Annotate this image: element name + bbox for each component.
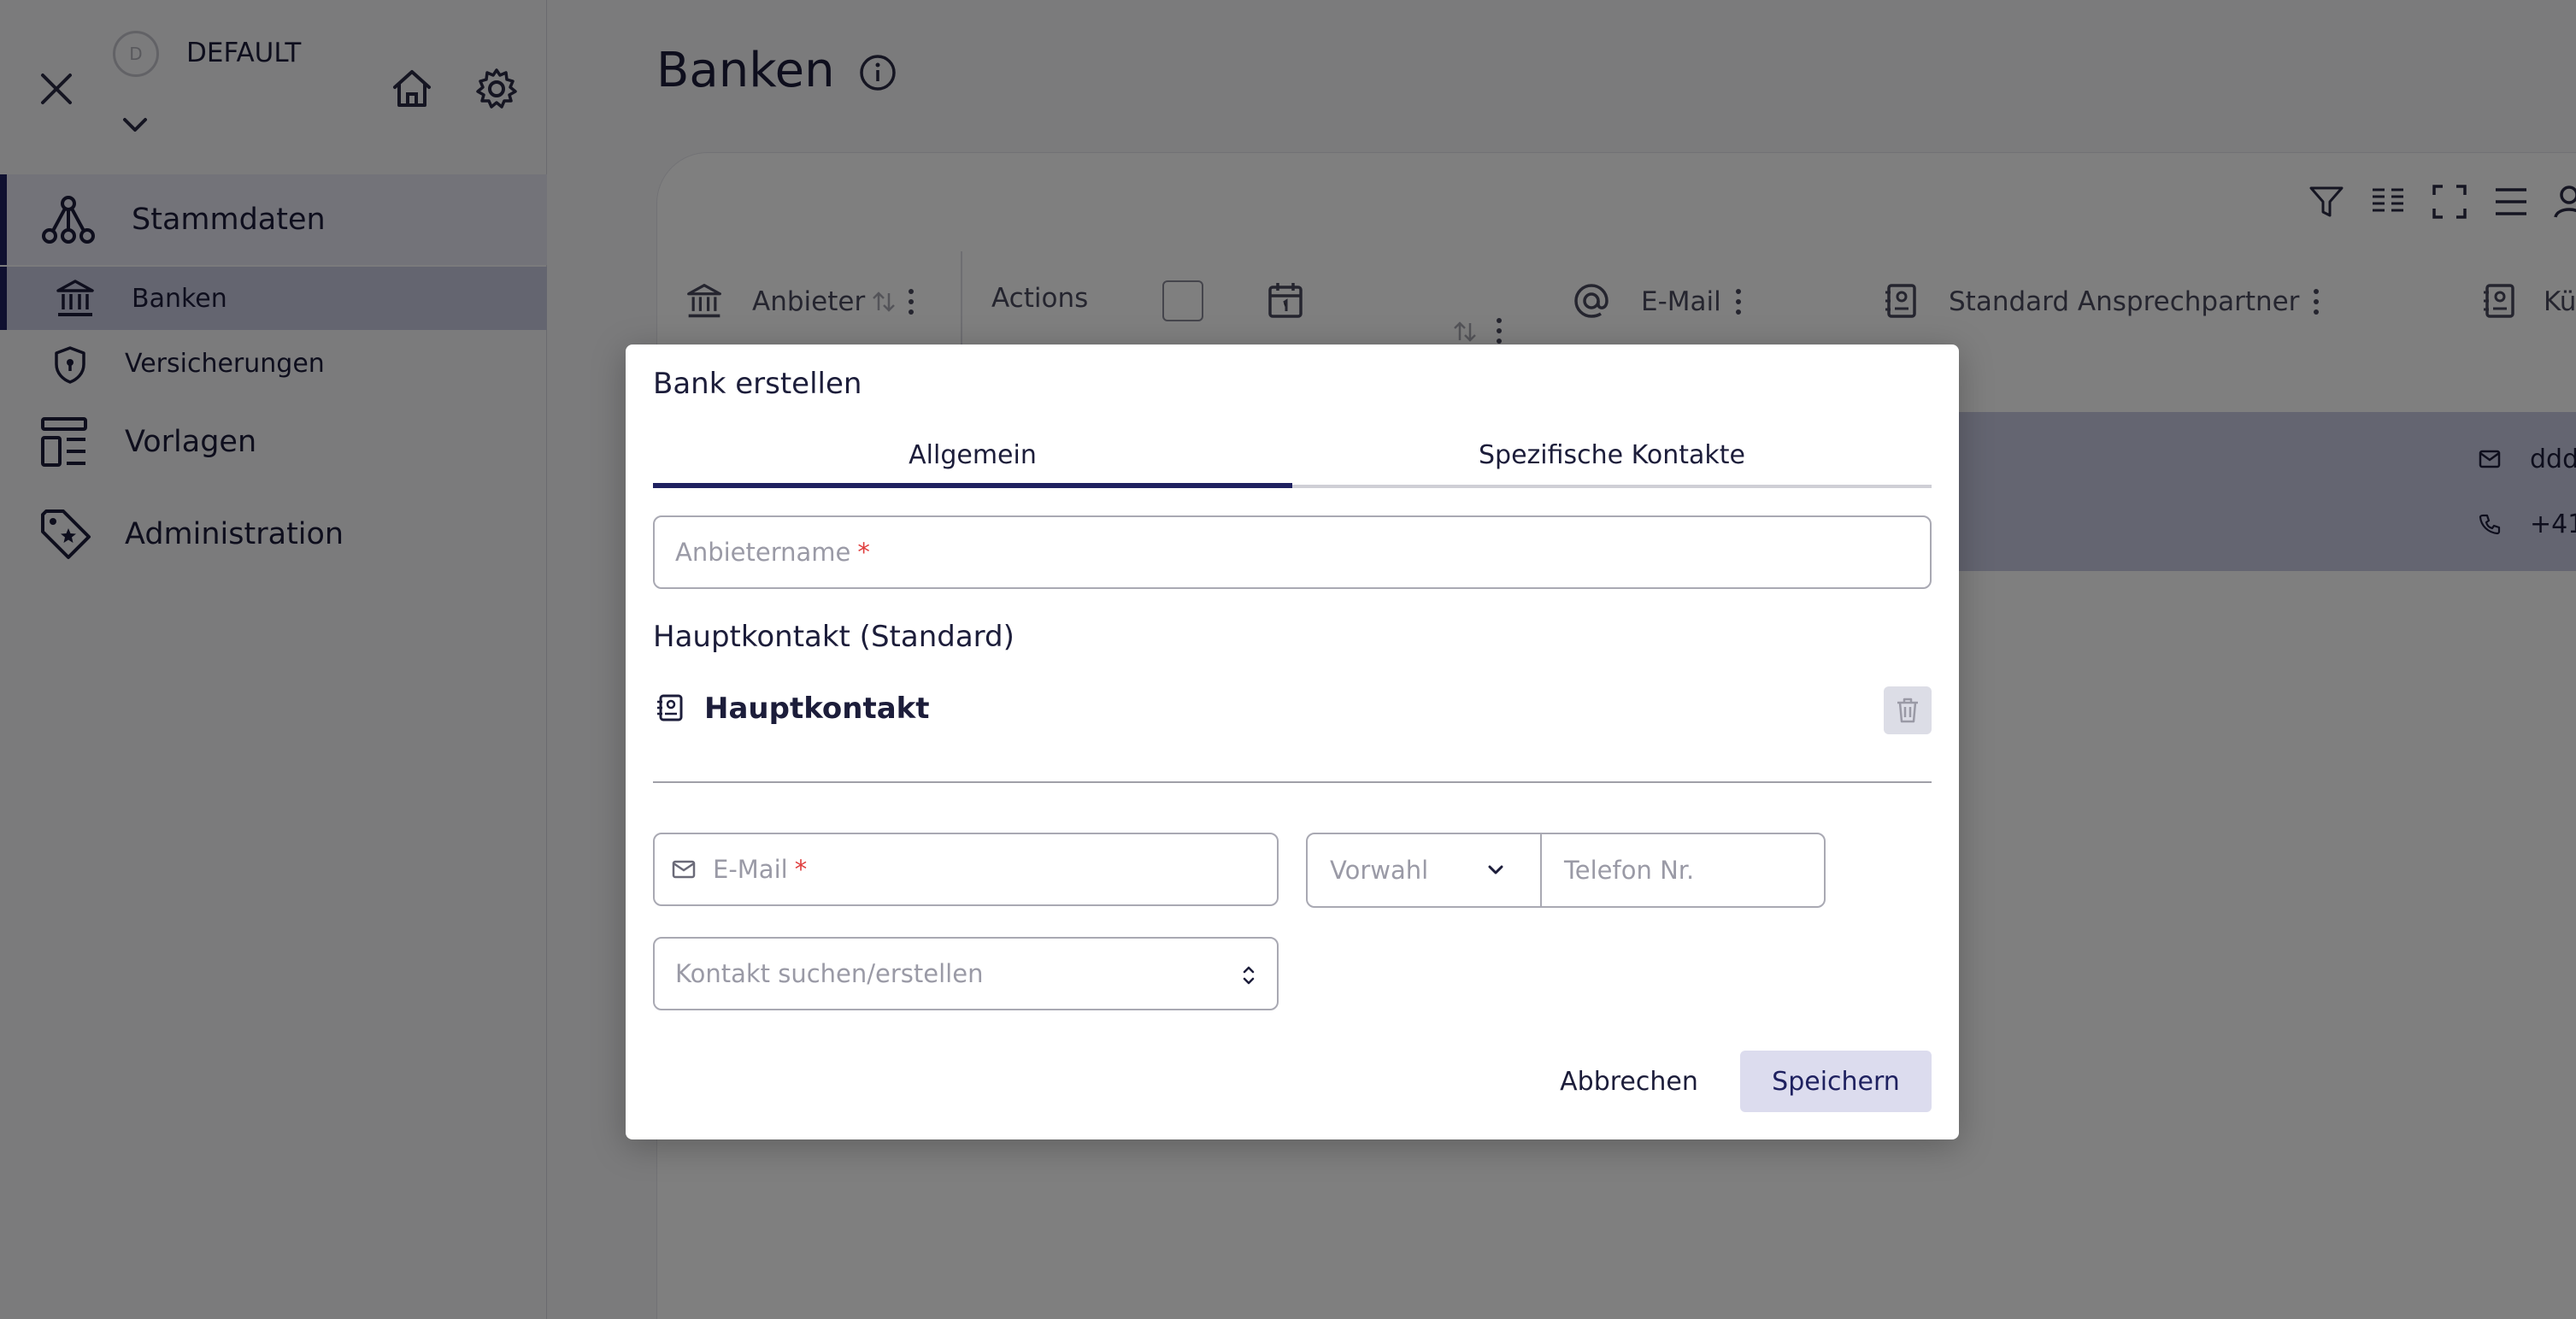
tab-spezifische-kontakte[interactable]: Spezifische Kontakte	[1292, 440, 1932, 492]
main-contact-section-title: Hauptkontakt (Standard)	[653, 620, 1015, 654]
phone-placeholder: Telefon Nr.	[1564, 856, 1695, 885]
dialog-title: Bank erstellen	[653, 367, 862, 401]
email-placeholder: E-Mail	[713, 855, 788, 884]
phone-prefix-select[interactable]: Vorwahl	[1306, 833, 1542, 908]
create-bank-dialog: Bank erstellen Allgemein Spezifische Kon…	[626, 344, 1959, 1139]
contact-search-placeholder: Kontakt suchen/erstellen	[675, 959, 984, 988]
prefix-placeholder: Vorwahl	[1330, 856, 1429, 885]
contact-search-select[interactable]: Kontakt suchen/erstellen	[653, 937, 1279, 1010]
mail-icon	[672, 860, 696, 879]
phone-number-input[interactable]: Telefon Nr.	[1540, 833, 1826, 908]
email-field[interactable]: E-Mail *	[653, 833, 1279, 906]
delete-contact-button[interactable]	[1884, 686, 1932, 734]
chevron-down-icon	[1488, 865, 1503, 874]
provider-name-placeholder: Anbietername	[675, 538, 851, 567]
cancel-button[interactable]: Abbrechen	[1528, 1051, 1730, 1112]
tab-label: Spezifische Kontakte	[1479, 440, 1745, 470]
save-button[interactable]: Speichern	[1740, 1051, 1932, 1112]
chevron-up-down-icon	[1243, 966, 1255, 985]
trash-icon	[1897, 698, 1918, 723]
contact-name: Hauptkontakt	[704, 692, 930, 726]
contact-book-icon	[657, 694, 683, 721]
provider-name-input[interactable]: Anbietername *	[653, 515, 1932, 589]
required-asterisk: *	[794, 855, 808, 884]
required-asterisk: *	[857, 538, 870, 567]
section-divider	[653, 781, 1932, 783]
tab-active-indicator	[653, 483, 1292, 488]
